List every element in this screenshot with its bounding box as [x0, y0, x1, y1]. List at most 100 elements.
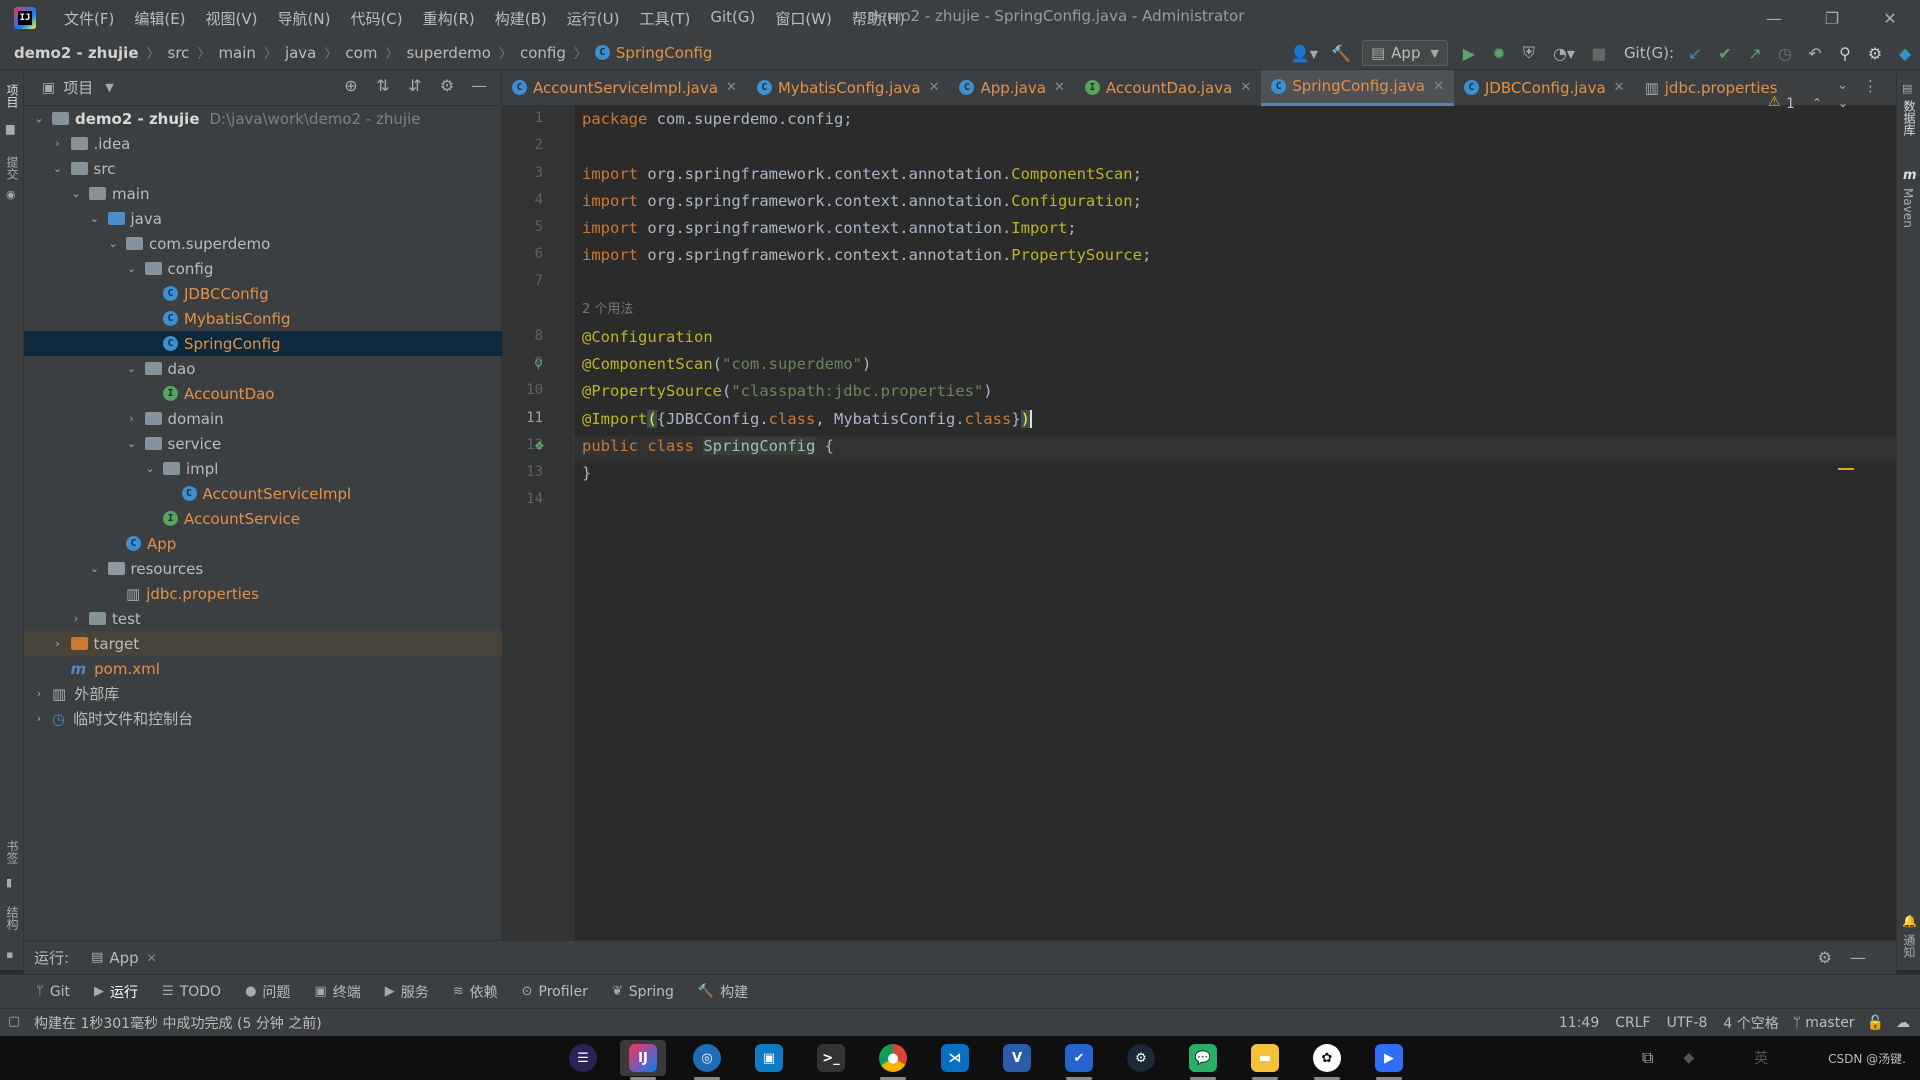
git-update-icon[interactable]: ↙ — [1680, 39, 1710, 67]
close-tab-icon[interactable]: ✕ — [1433, 79, 1444, 94]
locate-file-icon[interactable]: ⊕ — [335, 76, 367, 95]
indent-setting[interactable]: 4 个空格 — [1723, 1013, 1778, 1033]
breadcrumb-src[interactable]: src — [168, 44, 190, 62]
breadcrumb-springconfig[interactable]: SpringConfig — [616, 44, 713, 62]
tool-button-spring[interactable]: ❦ Spring — [612, 984, 674, 1000]
coverage-icon[interactable]: ⛨ — [1514, 39, 1544, 67]
run-icon[interactable]: ▶ — [1454, 39, 1484, 67]
tree-item-domain[interactable]: › domain — [24, 406, 502, 431]
tab-list-chevron-icon[interactable]: ⌄ — [1837, 78, 1848, 93]
tool-button-profiler[interactable]: ⊙ Profiler — [522, 984, 588, 1000]
tree-item-resources[interactable]: ⌄ resources — [24, 556, 502, 581]
search-icon[interactable]: ⚲ — [1830, 39, 1860, 67]
tree-item-src[interactable]: ⌄ src — [24, 156, 502, 181]
chevron-right-icon[interactable]: › — [125, 412, 139, 425]
history-icon[interactable]: ◷ — [1770, 39, 1800, 67]
chevron-right-icon[interactable]: › — [32, 687, 46, 700]
tree-item-target[interactable]: › target — [24, 631, 502, 656]
tree-item-pom-xml[interactable]: m pom.xml — [24, 656, 502, 681]
chevron-down-icon[interactable]: ⌄ — [51, 162, 65, 175]
tree-item-mybatisconfig[interactable]: C MybatisConfig — [24, 306, 502, 331]
tree-item-com-superdemo[interactable]: ⌄ com.superdemo — [24, 231, 502, 256]
line-number[interactable]: 4 — [503, 192, 543, 208]
taskbar-visio-icon[interactable]: V — [994, 1040, 1040, 1076]
editor-tab-app-java[interactable]: C App.java ✕ — [949, 70, 1074, 106]
editor-tab-mybatisconfig-java[interactable]: C MybatisConfig.java ✕ — [747, 70, 950, 106]
taskbar-todo-icon[interactable]: ✔ — [1056, 1040, 1102, 1080]
menu-file[interactable]: 文件(F) — [54, 8, 124, 29]
file-encoding[interactable]: UTF-8 — [1667, 1015, 1708, 1031]
warning-count[interactable]: 1 — [1786, 96, 1795, 112]
tool-button-services[interactable]: ▶ 服务 — [385, 982, 429, 1002]
tree-item-springconfig[interactable]: C SpringConfig — [24, 331, 502, 356]
tree-item--[interactable]: › ▥ 外部库 — [24, 681, 502, 706]
tree-item-accountservice[interactable]: I AccountService — [24, 506, 502, 531]
taskbar-vscode-icon[interactable]: ⋊ — [932, 1040, 978, 1076]
taskbar-wechat-icon[interactable]: 💬 — [1180, 1040, 1226, 1080]
menu-view[interactable]: 视图(V) — [196, 8, 268, 29]
menu-window[interactable]: 窗口(W) — [765, 8, 842, 29]
input-method-icon[interactable]: 英 — [1754, 1048, 1768, 1068]
commit-tool-button[interactable]: 提交 — [4, 156, 21, 180]
database-tool-button[interactable]: 数据库 — [1901, 100, 1918, 136]
tree-item-jdbc-properties[interactable]: ▥ jdbc.properties — [24, 581, 502, 606]
expand-all-icon[interactable]: ⇅ — [367, 76, 399, 95]
settings-gear-icon[interactable]: ⚙ — [1860, 39, 1890, 67]
lock-icon[interactable]: 🔓 — [1867, 1015, 1884, 1031]
caret-position[interactable]: 11:49 — [1559, 1015, 1599, 1031]
tree-item--[interactable]: › ◷ 临时文件和控制台 — [24, 706, 502, 731]
next-highlight-icon[interactable]: ⌄ — [1838, 96, 1848, 110]
stop-icon[interactable]: ■ — [1584, 39, 1614, 67]
chevron-down-icon[interactable]: ⌄ — [125, 262, 139, 275]
warning-icon[interactable]: ⚠ — [1768, 94, 1781, 110]
git-push-icon[interactable]: ↗ — [1740, 39, 1770, 67]
menu-navigate[interactable]: 导航(N) — [268, 8, 341, 29]
tree-item-dao[interactable]: ⌄ dao — [24, 356, 502, 381]
tree-item-demo2-zhujie[interactable]: ⌄ demo2 - zhujie D:\java\work\demo2 - zhuj… — [24, 106, 502, 131]
tree-item-accountserviceimpl[interactable]: C AccountServiceImpl — [24, 481, 502, 506]
line-number[interactable]: 3 — [503, 165, 543, 181]
taskbar-chrome-icon[interactable]: ● — [870, 1040, 916, 1080]
tree-item-app[interactable]: C App — [24, 531, 502, 556]
task-view-icon[interactable]: ⧉ — [1642, 1048, 1653, 1068]
tree-item-config[interactable]: ⌄ config — [24, 256, 502, 281]
close-tab-icon[interactable]: ✕ — [929, 80, 940, 95]
status-message[interactable]: 构建在 1秒301毫秒 中成功完成 (5 分钟 之前) — [34, 1013, 322, 1033]
more-options-icon[interactable]: ⋮ — [1863, 77, 1878, 95]
chevron-down-icon[interactable]: ⌄ — [69, 187, 83, 200]
taskbar-browser-icon[interactable]: ◎ — [684, 1040, 730, 1080]
line-number[interactable]: 7 — [503, 273, 543, 289]
debug-icon[interactable]: ✹ — [1484, 39, 1514, 67]
cloud-icon[interactable]: ☁ — [1896, 1015, 1910, 1031]
tool-button-build[interactable]: 🔨 构建 — [698, 982, 748, 1002]
maven-tool-button[interactable]: Maven — [1901, 188, 1915, 228]
rollback-icon[interactable]: ↶ — [1800, 39, 1830, 67]
tool-button-problems[interactable]: ● 问题 — [245, 982, 290, 1002]
close-tab-icon[interactable]: ✕ — [1240, 80, 1251, 95]
editor-tab-jdbcconfig-java[interactable]: C JDBCConfig.java ✕ — [1454, 70, 1635, 106]
menu-tools[interactable]: 工具(T) — [629, 8, 700, 29]
build-hammer-icon[interactable]: 🔨 — [1326, 39, 1356, 67]
minimize-button[interactable]: — — [1746, 0, 1802, 36]
taskbar-steam-icon[interactable]: ⚙ — [1118, 1040, 1164, 1076]
bean-scan-gutter-icon[interactable]: ⚲ — [534, 357, 543, 371]
menu-build[interactable]: 构建(B) — [485, 8, 557, 29]
line-number[interactable]: 1 — [503, 110, 543, 126]
tool-button-dependencies[interactable]: ≋ 依赖 — [453, 982, 498, 1002]
menu-code[interactable]: 代码(C) — [340, 8, 412, 29]
taskbar-video-icon[interactable]: ▶ — [1366, 1040, 1412, 1080]
user-icon[interactable]: 👤▾ — [1282, 39, 1326, 67]
project-tool-button[interactable]: 项目 — [4, 84, 21, 108]
line-number[interactable]: 11 — [503, 410, 543, 426]
close-tab-icon[interactable]: ✕ — [726, 80, 737, 95]
line-number[interactable]: 13 — [503, 464, 543, 480]
chevron-down-icon[interactable]: ⌄ — [106, 237, 120, 250]
bookmarks-tool-button[interactable]: 书签 — [4, 840, 21, 864]
menu-refactor[interactable]: 重构(R) — [413, 8, 485, 29]
tray-icon[interactable]: ◆ — [1683, 1050, 1694, 1066]
chevron-down-icon[interactable]: ⌄ — [32, 112, 46, 125]
structure-tool-button[interactable]: 结构 — [4, 906, 21, 930]
chevron-down-icon[interactable]: ⌄ — [88, 212, 102, 225]
options-gear-icon[interactable]: ⚙ — [431, 76, 463, 95]
jetbrains-toolbox-icon[interactable]: ◆ — [1890, 39, 1920, 67]
